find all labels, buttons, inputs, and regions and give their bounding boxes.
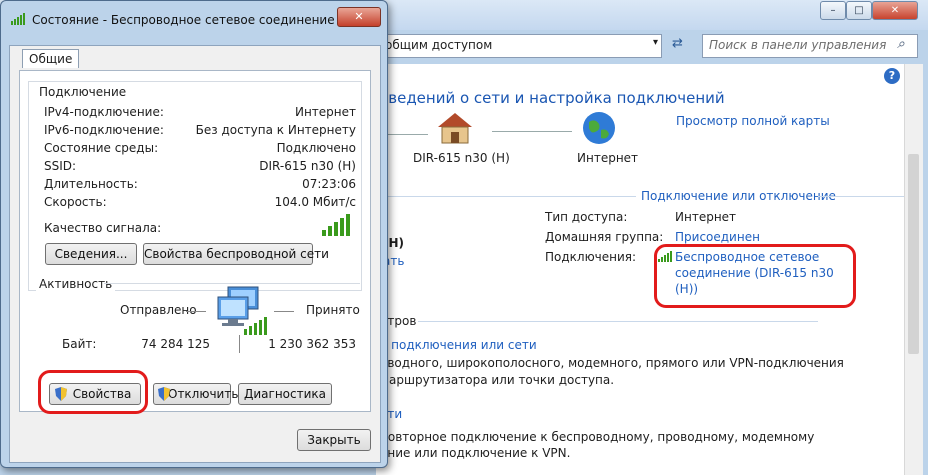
setup-connection-link[interactable]: о подключения или сети [380,338,537,352]
signal-strength-bars [322,214,350,236]
ssid-label: SSID: [44,159,77,173]
dialog-close-icon[interactable]: ✕ [337,7,381,27]
wifi-signal-icon [11,13,25,25]
bytes-divider [239,335,240,353]
address-bar[interactable]: общим доступом ▾ [380,34,662,58]
section-connection: Подключение [36,85,130,99]
refresh-icon[interactable]: ⇄ [672,36,683,51]
connect-disconnect-link[interactable]: Подключение или отключение [641,189,836,203]
divider [104,283,360,284]
speed-value: 104.0 Мбит/с [274,195,356,209]
speed-label: Скорость: [44,195,107,209]
access-type-label: Тип доступа: [545,210,628,224]
page-title: сведений о сети и настройка подключений [380,89,725,107]
media-state-value: Подключено [276,141,356,155]
help-icon[interactable]: ? [884,68,900,84]
signal-quality-label: Качество сигнала: [44,221,162,235]
disconnect-button-label: Отключить [168,387,239,401]
homegroup-label: Домашняя группа: [545,230,664,244]
highlight-properties-button [38,370,148,414]
connections-label: Подключения: [545,250,637,264]
activity-line [186,311,206,312]
section-activity: Активность [36,277,116,291]
search-placeholder: Поиск в панели управления [709,38,887,52]
maximize-button[interactable]: □ [846,1,872,20]
minimize-button[interactable]: – [820,1,846,20]
node-internet-label: Интернет [577,151,639,165]
access-type-value: Интернет [675,210,737,224]
shield-icon [158,387,170,401]
activity-line [274,311,294,312]
bytes-received-value: 1 230 362 353 [268,337,356,351]
dialog-title: Состояние - Беспроводное сетевое соедине… [32,13,335,27]
media-state-label: Состояние среды: [44,141,159,155]
reconnect-desc-line2: ение или подключение к VPN. [380,446,571,460]
close-window-button[interactable]: ✕ [872,1,918,20]
setup-desc-line2: маршрутизатора или точки доступа. [380,373,615,387]
ipv6-label: IPv6-подключение: [44,123,164,137]
view-full-map-link[interactable]: Просмотр полной карты [676,114,830,128]
divider [818,196,904,197]
network-computer-icon [217,286,267,335]
homegroup-link[interactable]: Присоединен [675,230,760,244]
duration-value: 07:23:06 [302,177,356,191]
address-text: общим доступом [385,38,493,52]
sent-label: Отправлено [120,303,197,317]
ssid-value: DIR-615 n30 (H) [259,159,356,173]
tab-general[interactable]: Общие [22,49,80,68]
setup-desc-line1: оводного, широкополосного, модемного, пр… [380,356,844,370]
bytes-sent-value: 74 284 125 [141,337,210,351]
divider [380,196,636,197]
divider [418,321,818,322]
reconnect-desc-line1: повторное подключение к беспроводному, п… [380,430,815,444]
house-icon [438,113,472,144]
dialog-body: Общие Подключение IPv4-подключение: Инте… [9,45,381,463]
dialog-titlebar: Состояние - Беспроводное сетевое соедине… [1,1,387,37]
received-label: Принято [306,303,360,317]
scrollbar[interactable] [904,64,923,475]
wireless-status-dialog: Состояние - Беспроводное сетевое соедине… [0,0,388,468]
ipv4-value: Интернет [294,105,356,119]
disconnect-button[interactable]: Отключить [153,383,238,405]
bytes-label: Байт: [62,337,97,351]
map-line [492,131,572,132]
scrollbar-thumb[interactable] [908,154,919,354]
duration-label: Длительность: [44,177,138,191]
ipv6-value: Без доступа к Интернету [195,123,356,137]
ipv4-label: IPv4-подключение: [44,105,164,119]
highlight-connection-link [654,244,856,308]
close-button[interactable]: Закрыть [297,429,371,451]
wireless-properties-button[interactable]: Свойства беспроводной сети [143,243,329,265]
search-icon[interactable]: ⌕ [897,36,905,52]
search-input[interactable]: Поиск в панели управления ⌕ [702,34,918,58]
globe-icon [583,112,615,144]
chevron-down-icon[interactable]: ▾ [653,37,658,48]
node-router-label: DIR-615 n30 (H) [413,151,510,165]
details-button[interactable]: Сведения... [45,243,137,265]
tab-panel: Подключение IPv4-подключение: Интернет I… [19,70,371,412]
diagnostics-button[interactable]: Диагностика [238,383,332,405]
